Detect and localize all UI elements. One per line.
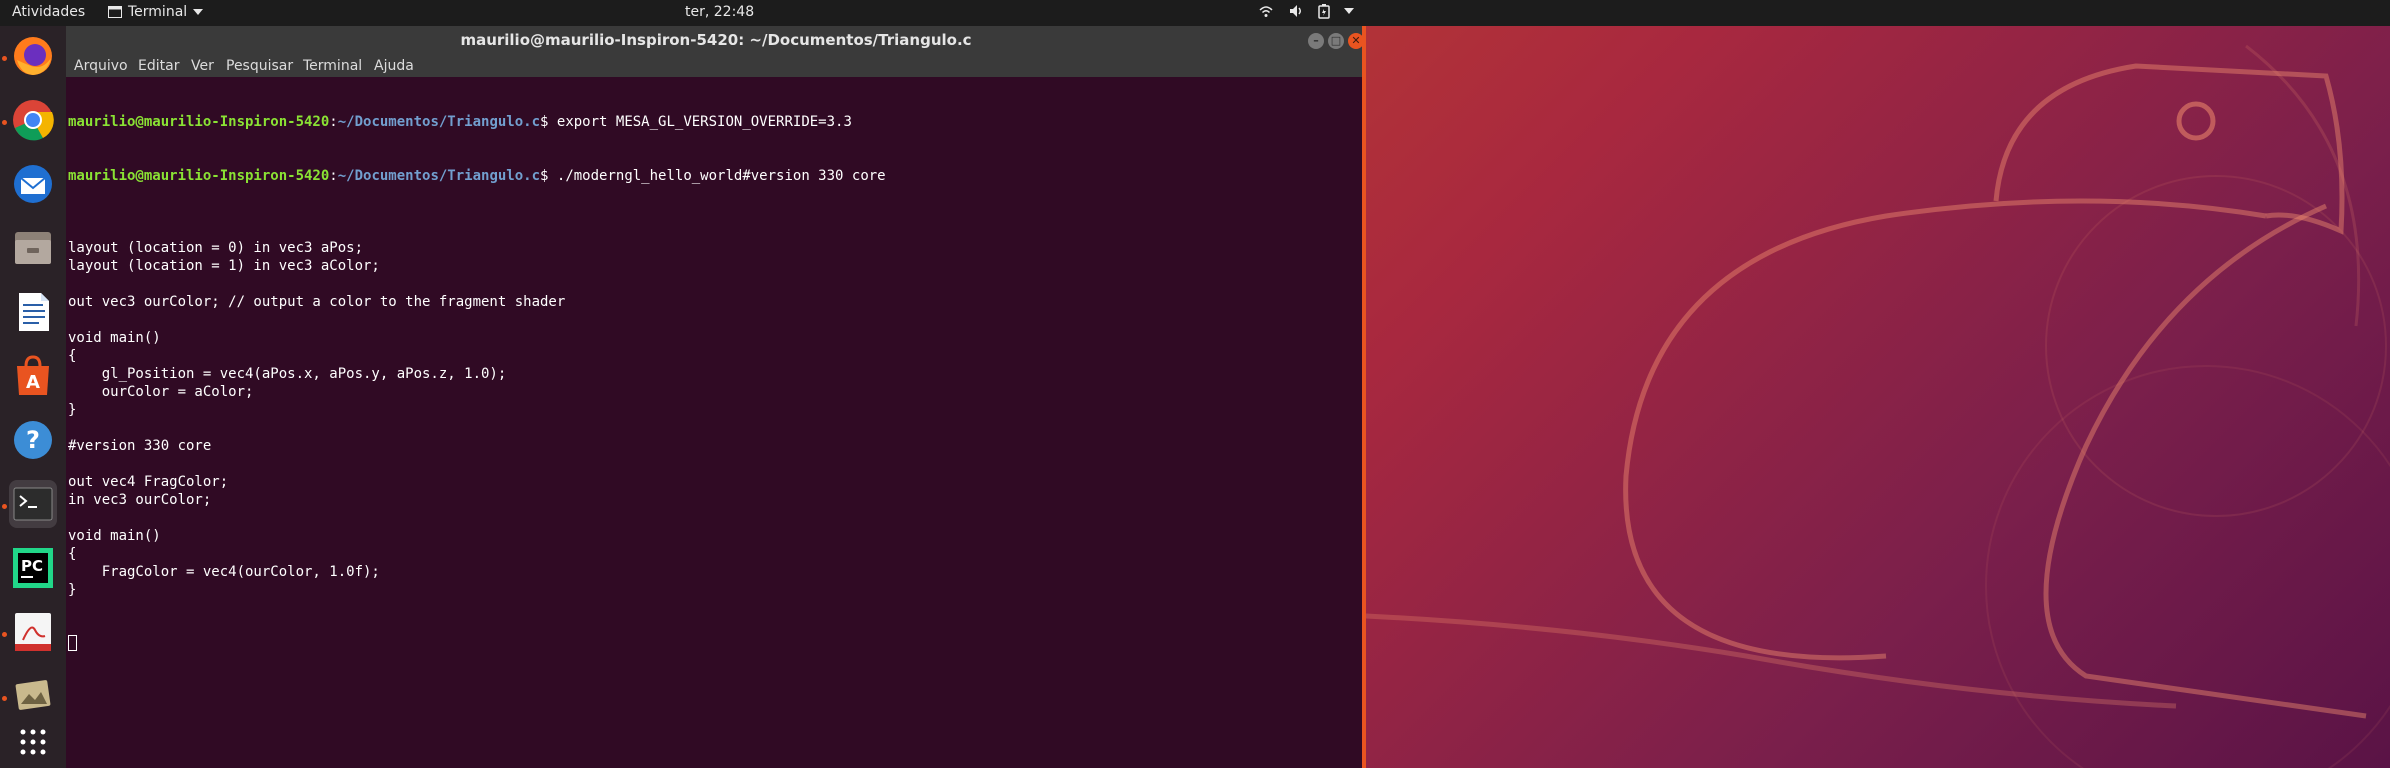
- help-launcher[interactable]: ?: [9, 416, 57, 464]
- command-text: export MESA_GL_VERSION_OVERRIDE=3.3: [556, 114, 852, 130]
- terminal-app-icon: [108, 6, 122, 18]
- chrome-icon: [13, 100, 54, 141]
- battery-icon: [1318, 4, 1330, 19]
- svg-text:PC: PC: [21, 557, 43, 575]
- terminal-window: maurilio@maurilio-Inspiron-5420: ~/Docum…: [66, 26, 1366, 768]
- output-line: layout (location = 0) in vec3 aPos;: [68, 240, 364, 256]
- svg-text:?: ?: [26, 426, 40, 454]
- output-line: ourColor = aColor;: [68, 384, 254, 400]
- files-launcher[interactable]: [9, 224, 57, 272]
- software-launcher[interactable]: A: [9, 352, 57, 400]
- system-tray[interactable]: [1258, 3, 1354, 19]
- terminal-output[interactable]: maurilio@maurilio-Inspiron-5420:~/Docume…: [68, 77, 1358, 768]
- command-text: ./moderngl_hello_world#version 330 core: [556, 168, 886, 184]
- pdf-viewer-launcher[interactable]: [9, 608, 57, 656]
- software-icon: A: [17, 355, 49, 395]
- output-line: void main(): [68, 330, 161, 346]
- output-line: layout (location = 1) in vec3 aColor;: [68, 258, 380, 274]
- files-icon: [15, 232, 51, 264]
- svg-text:A: A: [26, 372, 40, 393]
- output-line: {: [68, 348, 77, 364]
- output-line: }: [68, 402, 77, 418]
- output-line: void main(): [68, 528, 161, 544]
- show-apps-icon: [20, 729, 46, 755]
- menu-pesquisar[interactable]: Pesquisar: [226, 58, 293, 74]
- prompt-path: ~/Documentos/Triangulo.c: [337, 168, 541, 184]
- prompt-line: maurilio@maurilio-Inspiron-5420:~/Docume…: [68, 114, 852, 130]
- image-viewer-launcher[interactable]: [9, 672, 57, 720]
- output-line: #version 330 core: [68, 438, 212, 454]
- menu-editar[interactable]: Editar: [138, 58, 179, 74]
- app-menu-label: Terminal: [128, 4, 188, 20]
- cursor-line: [68, 635, 1358, 653]
- output-line: FragColor = vec4(ourColor, 1.0f);: [68, 564, 380, 580]
- thunderbird-icon: [14, 165, 52, 203]
- output-line: {: [68, 546, 77, 562]
- top-bar: Atividades Terminal ter, 22:48: [0, 0, 2390, 26]
- chevron-down-icon: [193, 9, 204, 15]
- system-menu-chevron-icon: [1344, 8, 1354, 14]
- minimize-button[interactable]: –: [1308, 33, 1324, 49]
- prompt-sign: $: [540, 168, 557, 184]
- output-line: }: [68, 582, 77, 598]
- terminal-cursor: [68, 635, 77, 651]
- volume-icon: [1290, 5, 1301, 17]
- prompt-user: maurilio@maurilio-Inspiron-5420: [68, 114, 330, 130]
- show-apps-button[interactable]: [9, 718, 57, 766]
- firefox-launcher[interactable]: [9, 32, 57, 80]
- app-menu[interactable]: Terminal: [108, 4, 204, 20]
- output-line: gl_Position = vec4(aPos.x, aPos.y, aPos.…: [68, 366, 507, 382]
- image-viewer-icon: [15, 680, 51, 710]
- chrome-launcher[interactable]: [9, 96, 57, 144]
- terminal-icon: [13, 487, 53, 521]
- dock: A ? PC: [0, 26, 66, 768]
- prompt-sign: $: [540, 114, 557, 130]
- menu-ajuda[interactable]: Ajuda: [374, 58, 414, 74]
- title-bar[interactable]: maurilio@maurilio-Inspiron-5420: ~/Docum…: [66, 26, 1366, 55]
- output-line: out vec4 FragColor;: [68, 474, 229, 490]
- output-line: in vec3 ourColor;: [68, 492, 212, 508]
- pdf-viewer-icon: [15, 613, 51, 651]
- window-edge: [1362, 26, 1366, 768]
- menu-terminal[interactable]: Terminal: [303, 58, 362, 74]
- prompt-path: ~/Documentos/Triangulo.c: [337, 114, 541, 130]
- pycharm-icon: PC: [13, 548, 53, 588]
- menu-ver[interactable]: Ver: [191, 58, 214, 74]
- clock[interactable]: ter, 22:48: [685, 4, 754, 20]
- window-title: maurilio@maurilio-Inspiron-5420: ~/Docum…: [460, 31, 972, 49]
- prompt-line: maurilio@maurilio-Inspiron-5420:~/Docume…: [68, 168, 886, 184]
- output-line: out vec3 ourColor; // output a color to …: [68, 294, 566, 310]
- pycharm-launcher[interactable]: PC: [9, 544, 57, 592]
- help-icon: ?: [14, 421, 52, 459]
- prompt-user: maurilio@maurilio-Inspiron-5420: [68, 168, 330, 184]
- terminal-launcher[interactable]: [9, 480, 57, 528]
- thunderbird-launcher[interactable]: [9, 160, 57, 208]
- writer-launcher[interactable]: [9, 288, 57, 336]
- wallpaper-decoration: [1366, 44, 2390, 768]
- activities-button[interactable]: Atividades: [12, 4, 85, 20]
- network-icon: [1259, 6, 1273, 17]
- menu-arquivo[interactable]: Arquivo: [74, 58, 128, 74]
- writer-icon: [19, 293, 49, 331]
- maximize-button[interactable]: □: [1328, 33, 1344, 49]
- menu-bar: Arquivo Editar Ver Pesquisar Terminal Aj…: [66, 55, 1366, 77]
- firefox-icon: [14, 37, 52, 75]
